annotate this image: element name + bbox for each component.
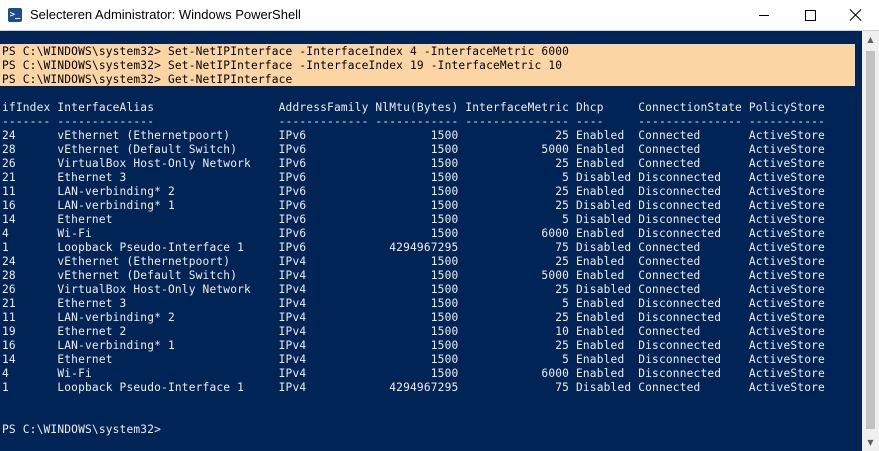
table-row: 11 LAN-verbinding* 2 IPv4 1500 25 Enable… — [2, 311, 825, 324]
vertical-scrollbar[interactable]: ▲ ▼ — [862, 31, 879, 451]
maximize-icon — [804, 9, 816, 21]
table-row: 14 Ethernet IPv4 1500 5 Enabled Disconne… — [2, 353, 825, 366]
table-row: 14 Ethernet IPv6 1500 5 Disabled Disconn… — [2, 213, 825, 226]
scrollbar-thumb[interactable] — [866, 51, 875, 429]
minimize-button[interactable] — [741, 0, 787, 30]
table-row: 16 LAN-verbinding* 1 IPv4 1500 25 Enable… — [2, 339, 825, 352]
table-row: 1 Loopback Pseudo-Interface 1 IPv6 42949… — [2, 241, 825, 254]
command-line: PS C:\WINDOWS\system32> Set-NetIPInterfa… — [2, 45, 570, 58]
table-row: 21 Ethernet 3 IPv6 1500 5 Disabled Disco… — [2, 171, 825, 184]
table-row: 11 LAN-verbinding* 2 IPv6 1500 25 Enable… — [2, 185, 825, 198]
table-row: 19 Ethernet 2 IPv4 1500 10 Enabled Conne… — [2, 325, 825, 338]
table-row: 24 vEthernet (Ethernetpoort) IPv6 1500 2… — [2, 129, 825, 142]
command-line: PS C:\WINDOWS\system32> Set-NetIPInterfa… — [2, 59, 563, 72]
table-row: 1 Loopback Pseudo-Interface 1 IPv4 42949… — [2, 381, 825, 394]
powershell-window: >_ Selecteren Administrator: Windows Pow… — [0, 0, 879, 451]
table-row: 4 Wi-Fi IPv6 1500 6000 Enabled Disconnec… — [2, 227, 825, 240]
window-title: Selecteren Administrator: Windows PowerS… — [30, 7, 301, 22]
table-row: 16 LAN-verbinding* 1 IPv6 1500 25 Disabl… — [2, 199, 825, 212]
scroll-down-icon[interactable]: ▼ — [862, 434, 879, 451]
command-line: PS C:\WINDOWS\system32> Get-NetIPInterfa… — [2, 73, 293, 86]
table-row: 26 VirtualBox Host-Only Network IPv4 150… — [2, 283, 825, 296]
scroll-up-icon[interactable]: ▲ — [862, 31, 879, 48]
table-row: 28 vEthernet (Default Switch) IPv4 1500 … — [2, 269, 825, 282]
close-button[interactable] — [833, 0, 879, 30]
close-icon — [850, 9, 862, 21]
minimize-icon — [759, 14, 769, 16]
table-row: 26 VirtualBox Host-Only Network IPv6 150… — [2, 157, 825, 170]
command-prompt[interactable]: PS C:\WINDOWS\system32> — [2, 423, 161, 437]
table-header: ifIndex InterfaceAlias AddressFamily NlM… — [2, 101, 825, 114]
table-row: 4 Wi-Fi IPv4 1500 6000 Enabled Disconnec… — [2, 367, 825, 380]
maximize-button[interactable] — [787, 0, 833, 30]
table-row: 24 vEthernet (Ethernetpoort) IPv4 1500 2… — [2, 255, 825, 268]
table-row: 28 vEthernet (Default Switch) IPv6 1500 … — [2, 143, 825, 156]
title-bar[interactable]: >_ Selecteren Administrator: Windows Pow… — [0, 0, 879, 31]
table-row: 21 Ethernet 3 IPv4 1500 5 Enabled Discon… — [2, 297, 825, 310]
console-output[interactable]: PS C:\WINDOWS\system32> Set-NetIPInterfa… — [0, 31, 862, 451]
table-separator: ------- -------------- ------------- ---… — [2, 115, 825, 128]
powershell-icon[interactable]: >_ — [8, 8, 22, 22]
